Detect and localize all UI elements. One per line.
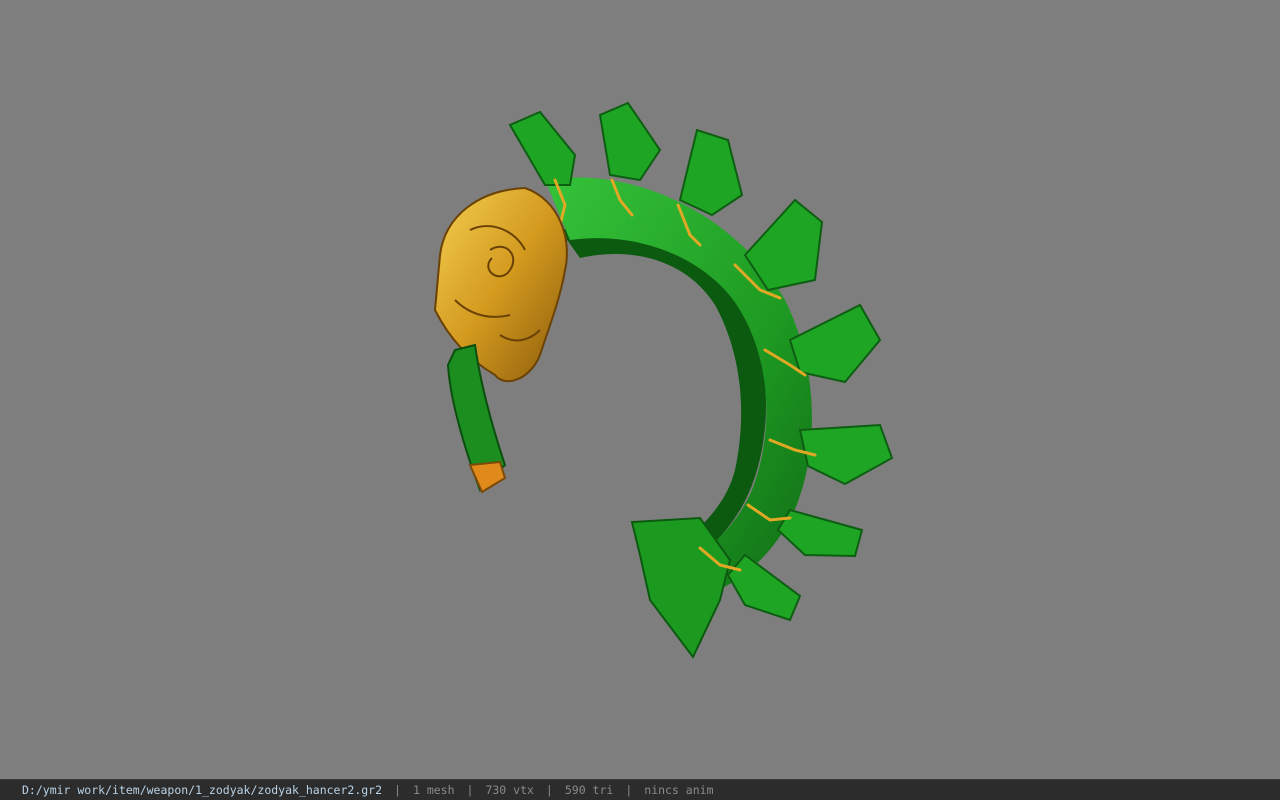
- weapon-model-render: [433, 101, 894, 659]
- vertex-count-label: 730 vtx: [485, 783, 534, 797]
- 3d-viewport[interactable]: [0, 0, 1280, 779]
- triangle-count-label: 590 tri: [564, 783, 614, 797]
- blade-tip: [630, 516, 732, 659]
- file-path-label: D:/ymir work/item/weapon/1_zodyak/zodyak…: [22, 783, 383, 797]
- status-bar: D:/ymir work/item/weapon/1_zodyak/zodyak…: [0, 779, 1280, 800]
- anim-status-label: nincs anim: [644, 783, 714, 797]
- status-separator: |: [394, 783, 401, 797]
- handle-end: [468, 460, 507, 494]
- status-separator: |: [545, 783, 553, 797]
- status-separator: |: [625, 783, 633, 797]
- status-separator: |: [466, 783, 474, 797]
- mesh-count-label: 1 mesh: [412, 783, 455, 797]
